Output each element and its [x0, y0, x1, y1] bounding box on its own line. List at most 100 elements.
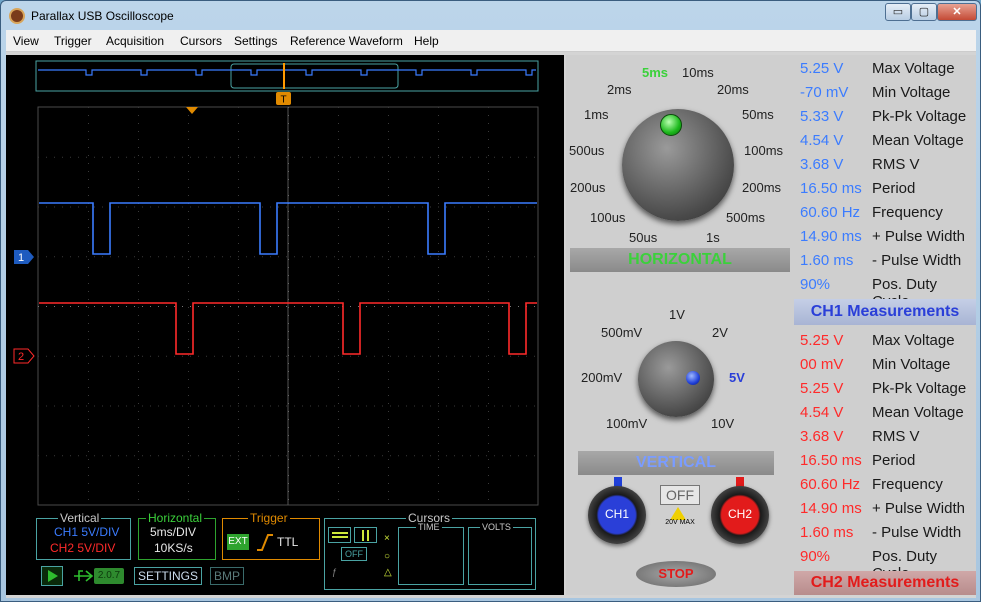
ch2-measurement-value: 60.60 Hz: [800, 476, 861, 493]
menu-settings[interactable]: Settings: [234, 34, 277, 48]
trigger-source-badge[interactable]: EXT: [227, 534, 249, 550]
ch1-measurement-value: 1.60 ms: [800, 252, 854, 269]
title-bar[interactable]: Parallax USB Oscilloscope ▭ ▢ ✕: [1, 1, 980, 31]
horizontal-label-100ms[interactable]: 100ms: [744, 143, 783, 158]
vertical-knob[interactable]: [638, 341, 714, 417]
ch2-measurement-value: 00 mV: [800, 356, 844, 373]
ch1-measurement-value: 90%: [800, 276, 831, 293]
ch1-measurement-label: Mean Voltage: [872, 132, 964, 149]
vertical-label-100mv[interactable]: 100mV: [606, 416, 647, 431]
horizontal-label-200ms[interactable]: 200ms: [742, 180, 781, 195]
ch1-marker-text: 1: [18, 252, 24, 264]
menu-help[interactable]: Help: [414, 34, 439, 48]
off-button[interactable]: OFF: [660, 485, 700, 505]
horizontal-label-10ms[interactable]: 10ms: [682, 65, 714, 80]
ch1-measurement-label: Period: [872, 180, 916, 197]
ch2-measurement-value: 3.68 V: [800, 428, 844, 445]
menu-view[interactable]: View: [13, 34, 39, 48]
menu-acquisition[interactable]: Acquisition: [106, 34, 164, 48]
cursor-style-icon: ƒ: [332, 567, 338, 577]
horizontal-label-50us[interactable]: 50us: [629, 230, 657, 245]
stop-button[interactable]: STOP: [636, 561, 716, 587]
ch2-measurement-value: 90%: [800, 548, 831, 565]
close-button[interactable]: ✕: [937, 3, 977, 21]
ch1-measurement-label: Frequency: [872, 204, 943, 221]
ch2-measurement-value: 1.60 ms: [800, 524, 854, 541]
ch1-measurement-label: + Pulse Width: [872, 228, 965, 245]
usb-icon: [74, 570, 94, 582]
vertical-label-500mv[interactable]: 500mV: [601, 325, 642, 340]
ch2-marker-text: 2: [18, 351, 24, 363]
maximize-button[interactable]: ▢: [911, 3, 937, 21]
ch1-measurements-title: CH1 Measurements: [794, 299, 976, 325]
vertical-ch1-scale: CH1 5V/DIV: [54, 525, 120, 539]
horizontal-cursor-toggle[interactable]: [328, 527, 351, 543]
ch1-measurement-label: Min Voltage: [872, 84, 951, 101]
app-window: Parallax USB Oscilloscope ▭ ▢ ✕ View Tri…: [0, 0, 981, 602]
cursor-time-box: [398, 527, 464, 585]
scope-display: T 1 2 Vertical CH1 5V/DIV CH2 5V/DIV Hor…: [6, 55, 564, 595]
ch2-measurement-value: 4.54 V: [800, 404, 844, 421]
run-button[interactable]: [41, 566, 63, 586]
ch1-measurement-value: 4.54 V: [800, 132, 844, 149]
ch1-measurement-value: 5.25 V: [800, 60, 844, 77]
vertical-knob-indicator: [686, 371, 700, 385]
rising-edge-icon: [257, 534, 273, 551]
horizontal-label-1ms[interactable]: 1ms: [584, 107, 609, 122]
horizontal-label-5ms[interactable]: 5ms: [642, 65, 668, 80]
vertical-section-title: VERTICAL: [578, 451, 774, 475]
ch2-measurement-label: + Pulse Width: [872, 500, 965, 517]
minimize-button[interactable]: ▭: [885, 3, 911, 21]
ch2-measurement-value: 14.90 ms: [800, 500, 862, 517]
bmp-button[interactable]: BMP: [210, 567, 245, 585]
cursor-delta-x-icon: ×: [384, 533, 390, 544]
horizontal-label-20ms[interactable]: 20ms: [717, 82, 749, 97]
max-voltage-note: 20V MAX: [665, 519, 695, 526]
vertical-label-1v[interactable]: 1V: [669, 307, 685, 322]
horizontal-label-2ms[interactable]: 2ms: [607, 82, 632, 97]
horizontal-label-1s[interactable]: 1s: [706, 230, 720, 245]
vertical-ch2-scale: CH2 5V/DIV: [50, 541, 116, 555]
ch1-measurement-label: Pk-Pk Voltage: [872, 108, 967, 125]
ch1-measurement-value: 5.33 V: [800, 108, 844, 125]
horizontal-rate-value: 10KS/s: [154, 541, 193, 555]
overview-strip[interactable]: [35, 60, 539, 92]
ch1-button-label: CH1: [604, 507, 629, 521]
play-icon: [48, 570, 58, 582]
cursors-off-button[interactable]: OFF: [341, 547, 367, 561]
horizontal-label-200us[interactable]: 200us: [570, 180, 605, 195]
ch2-measurement-value: 5.25 V: [800, 380, 844, 397]
ch2-measurement-label: Pk-Pk Voltage: [872, 380, 967, 397]
ch2-button-label: CH2: [727, 507, 752, 521]
menu-bar: View Trigger Acquisition Cursors Setting…: [6, 30, 976, 52]
ch1-measurement-label: - Pulse Width: [872, 252, 962, 269]
ch2-measurement-label: Min Voltage: [872, 356, 951, 373]
ch2-measurements-title: CH2 Measurements: [794, 571, 976, 595]
vertical-cursor-toggle[interactable]: [354, 527, 377, 543]
horizontal-label-500us[interactable]: 500us: [569, 143, 604, 158]
cursor-delta-icon: △: [384, 567, 392, 578]
cursor-volts-box: [468, 527, 532, 585]
vertical-label-200mv[interactable]: 200mV: [581, 370, 622, 385]
ch1-measurement-label: RMS V: [872, 156, 920, 173]
ch2-measurement-value: 16.50 ms: [800, 452, 862, 469]
ch1-measurement-value: 14.90 ms: [800, 228, 862, 245]
menu-trigger[interactable]: Trigger: [54, 34, 92, 48]
menu-reference-waveform[interactable]: Reference Waveform: [290, 34, 403, 48]
ch1-measurement-value: 16.50 ms: [800, 180, 862, 197]
horizontal-status-title: Horizontal: [146, 511, 205, 525]
horizontal-knob-indicator: [660, 114, 682, 136]
app-logo-icon: [9, 8, 25, 24]
horizontal-label-100us[interactable]: 100us: [590, 210, 625, 225]
menu-cursors[interactable]: Cursors: [180, 34, 222, 48]
cursor-time-label: TIME: [416, 522, 442, 532]
ch2-measurement-label: - Pulse Width: [872, 524, 962, 541]
vertical-label-2v[interactable]: 2V: [712, 325, 728, 340]
vertical-label-10v[interactable]: 10V: [711, 416, 734, 431]
ch1-measurement-value: 3.68 V: [800, 156, 844, 173]
trigger-status-title: Trigger: [248, 511, 290, 525]
vertical-label-5v[interactable]: 5V: [729, 370, 745, 385]
horizontal-label-500ms[interactable]: 500ms: [726, 210, 765, 225]
settings-button[interactable]: SETTINGS: [134, 567, 203, 585]
horizontal-label-50ms[interactable]: 50ms: [742, 107, 774, 122]
